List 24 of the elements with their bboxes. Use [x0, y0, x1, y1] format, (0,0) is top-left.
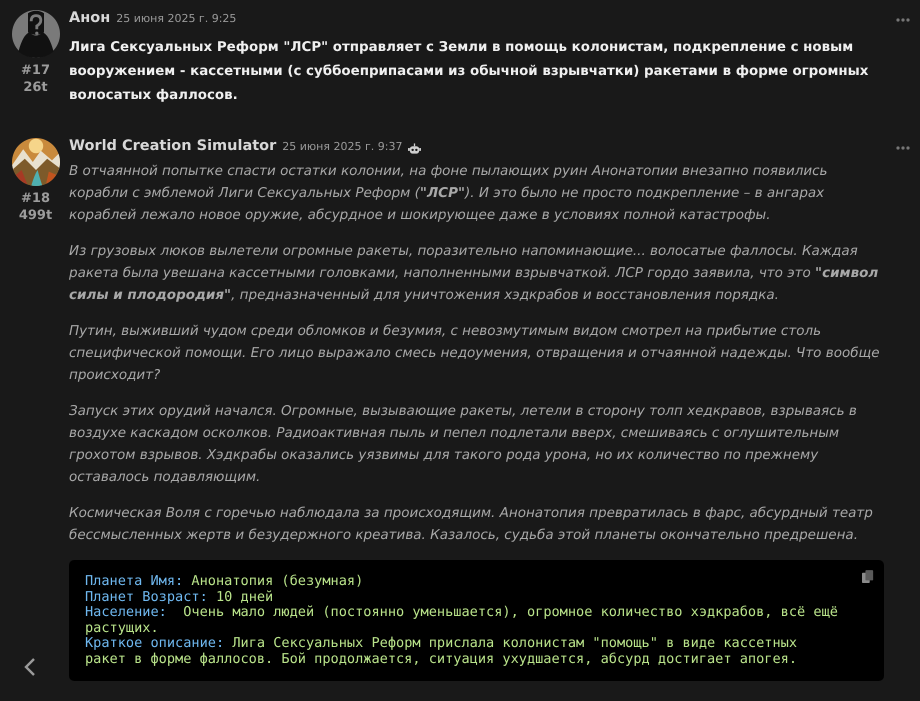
post-text: В отчаянной попытке спасти остатки колонии, на фоне пылающих руин Анонатопии внезапно появились корабли с эмблемой Лиги Сексуальных Реформ ("ЛСР"). И это было не просто подкрепление – в ангарах кораблей лежало новое оружие, абсурдное и шокирующее даже в условиях полной катастрофы. [69, 162, 828, 225]
post-text: Путин, выживший чудом среди обломков и безумия, с невозмутимым видом смотрел на прибытие столь специфической помощи. Его лицо выражало смесь недоумения, отвращения и отчаянной надежды. Что вообще происходит? [69, 322, 881, 385]
author-name[interactable]: Анон [69, 10, 110, 26]
post-time: 25 июня 2025 г. 9:25 [116, 12, 236, 25]
post-text: Из грузовых люков вылетели огромные ракеты, поразительно напоминающие... волосатые фаллосы. Каждая ракета была увешана кассетными головками, наполненными взрывчаткой. ЛСР гордо заявила, что это "символ силы и плодородия", предназначенный для уничтожения хэдкрабов и восстановления порядка. [69, 242, 880, 305]
copy-icon[interactable] [862, 570, 874, 584]
code-line: Планета Имя: Анонатопия (безумная) [85, 574, 364, 590]
author-name[interactable]: World Creation Simulator [69, 138, 276, 154]
anonymous-avatar-icon [12, 10, 60, 58]
chevron-left-icon[interactable] [24, 657, 36, 677]
code-line: Краткое описание: Лига Сексуальных Реформ прислала колонистам "помощь" в виде кассетных ракет в форме фаллосов. Бой продолжается, ситуация ухудшается, абсурд достигает апогея. [85, 636, 798, 667]
post-text: Лига Сексуальных Реформ "ЛСР" отправляет с Земли в помощь колонистам, подкрепление с новым вооружением - кассетными (с суббоеприпасами из обычной взрывчатки) ракетами в форме огромных волосатых фаллосов. [69, 39, 870, 105]
post-number: #17 [21, 62, 50, 79]
post-text: Запуск этих орудий начался. Огромные, вызывающие ракеты, летели в сторону толп хедкравов, взрываясь в воздухе каскадом осколков. Радиоактивная пыль и пепел подлетали вверх, смешиваясь с оглушительным грохотом взрывов. Хэдкрабы оказались уязвимы для такого рода урона, но их количество по прежнему оставалось подавляющим. [69, 402, 858, 487]
post-text: Космическая Воля с горечью наблюдала за происходящим. Анонатопия превратилась в фарс, абсурдный театр бессмысленных жертв и безудержного креатива. Казалось, судьба этой планеты окончательно предрешена. [69, 504, 874, 545]
post-number: #18 [21, 190, 50, 207]
post-score: 26t [23, 79, 48, 96]
more-options-icon[interactable] [896, 146, 910, 150]
more-options-icon[interactable] [896, 18, 910, 22]
code-line: Планет Возраст: 10 дней [85, 590, 274, 605]
robot-icon [408, 143, 422, 155]
post-score: 499t [18, 207, 52, 224]
code-line: Население: Очень мало людей (постоянно уменьшается), огромное количество хэдкрабов, всё ещё растущих. [85, 605, 839, 636]
post-time: 25 июня 2025 г. 9:37 [282, 140, 402, 153]
